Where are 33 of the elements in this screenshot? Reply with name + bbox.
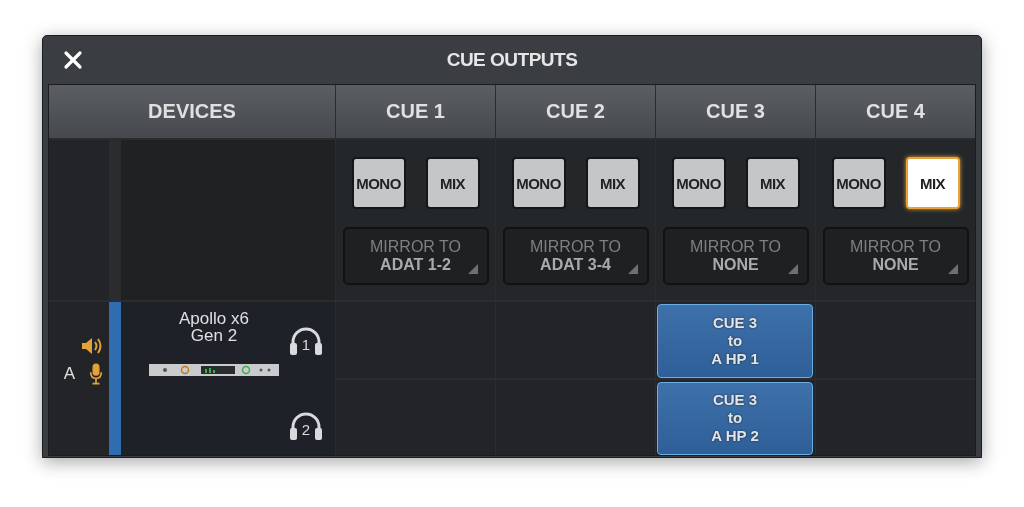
device-name: Apollo x6 Gen 2 xyxy=(178,310,250,344)
mirror-dropdown[interactable]: MIRROR TO ADAT 3-4 xyxy=(502,227,649,285)
mono-button[interactable]: MONO xyxy=(671,157,726,209)
dropdown-corner-icon xyxy=(787,264,798,274)
route-button[interactable]: CUE 3 to A HP 1 xyxy=(657,304,813,378)
mirror-dropdown[interactable]: MIRROR TO ADAT 1-2 xyxy=(342,227,489,285)
dropdown-corner-icon xyxy=(467,264,478,274)
route-cell[interactable] xyxy=(336,379,495,455)
mix-button[interactable]: MIX xyxy=(585,157,640,209)
column-header: CUE 1 xyxy=(336,85,495,138)
column-header: DEVICES xyxy=(49,85,335,138)
microphone-icon xyxy=(89,362,103,386)
route-cell[interactable] xyxy=(816,302,975,378)
close-icon[interactable] xyxy=(63,50,83,70)
mirror-dropdown[interactable]: MIRROR TO NONE xyxy=(822,227,969,285)
dropdown-corner-icon xyxy=(627,264,638,274)
mix-button[interactable]: MIX xyxy=(425,157,480,209)
mono-button[interactable]: MONO xyxy=(831,157,886,209)
column-header: CUE 3 xyxy=(656,85,815,138)
speaker-icon xyxy=(81,336,103,356)
device-letter: A xyxy=(63,364,75,384)
column-header: CUE 4 xyxy=(816,85,975,138)
route-cell[interactable] xyxy=(816,379,975,455)
mono-button[interactable]: MONO xyxy=(351,157,406,209)
column-header: CUE 2 xyxy=(496,85,655,138)
window-title: CUE OUTPUTS xyxy=(446,49,578,71)
mix-button[interactable]: MIX xyxy=(745,157,800,209)
mirror-dropdown[interactable]: MIRROR TO NONE xyxy=(662,227,809,285)
route-button[interactable]: CUE 3 to A HP 2 xyxy=(657,381,813,455)
mono-button[interactable]: MONO xyxy=(511,157,566,209)
route-cell[interactable] xyxy=(496,379,655,455)
mix-button[interactable]: MIX xyxy=(905,157,960,209)
dropdown-corner-icon xyxy=(947,264,958,274)
